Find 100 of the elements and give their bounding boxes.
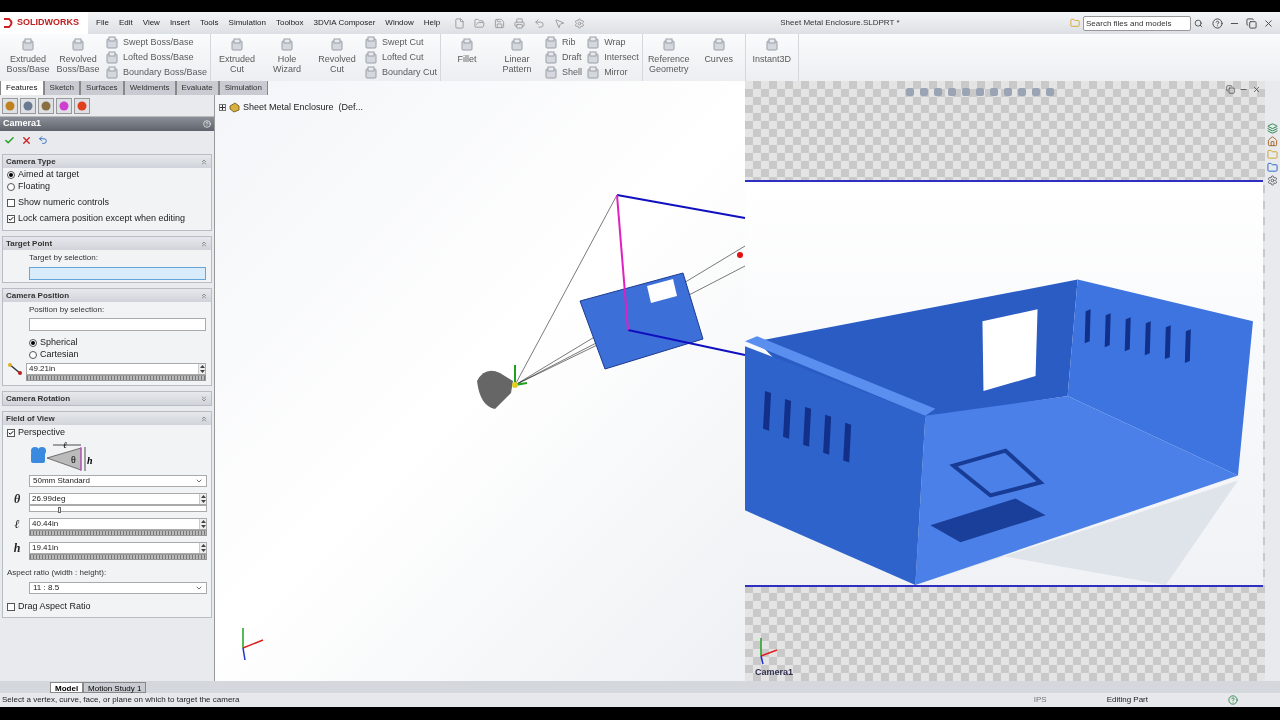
dropdown-icon[interactable] [195, 477, 203, 485]
settings-icon[interactable] [574, 17, 586, 29]
spinner-icon[interactable] [198, 364, 205, 374]
checkbox[interactable] [7, 603, 15, 611]
radio-option[interactable]: Cartesian [29, 349, 206, 361]
command-button[interactable]: Extruded Boss/Base [5, 34, 51, 81]
folder-icon[interactable] [1267, 149, 1278, 160]
close-icon[interactable] [1263, 17, 1274, 29]
command-button[interactable]: Lofted Cut [364, 51, 438, 64]
section-header[interactable]: Camera Type [3, 155, 211, 168]
pointer-icon[interactable] [554, 17, 566, 29]
spinner-icon[interactable] [199, 494, 206, 504]
collapse-icon[interactable] [200, 414, 208, 423]
checkbox[interactable] [7, 215, 15, 223]
menu-item[interactable]: Edit [118, 17, 133, 29]
tab[interactable]: Features [0, 81, 44, 95]
radio-option[interactable]: Floating [7, 181, 207, 193]
layers-icon[interactable] [1267, 123, 1278, 134]
help-icon[interactable] [1228, 695, 1238, 705]
section-header[interactable]: Camera Rotation [3, 392, 211, 405]
thumbwheel[interactable] [26, 375, 206, 381]
command-button[interactable]: Swept Cut [364, 36, 438, 49]
undo-icon[interactable] [38, 135, 48, 145]
command-button[interactable]: Rib [544, 36, 583, 49]
number-field[interactable]: 26.99deg [29, 493, 207, 505]
new-file-icon[interactable] [454, 17, 466, 29]
undo-icon[interactable] [534, 17, 546, 29]
tab[interactable]: Surfaces [80, 81, 124, 95]
menu-item[interactable]: Tools [199, 17, 219, 29]
command-button[interactable]: Intersect [586, 51, 639, 64]
checkbox-option[interactable]: Show numeric controls [7, 197, 207, 209]
command-button[interactable]: Fillet [444, 34, 491, 81]
help-icon[interactable] [1212, 17, 1223, 29]
folder-icon[interactable] [1267, 162, 1278, 173]
command-button[interactable]: Swept Boss/Base [105, 36, 208, 49]
section-header[interactable]: Target Point [3, 237, 211, 250]
command-button[interactable]: Boundary Cut [364, 66, 438, 79]
menu-item[interactable]: 3DVIA Composer [313, 17, 376, 29]
command-button[interactable]: Mirror [586, 66, 639, 79]
tree-item[interactable]: Sheet Metal Enclosure (Def... [243, 101, 364, 115]
lens-dropdown[interactable]: 50mm Standard [29, 475, 207, 487]
command-button[interactable]: Hole Wizard [264, 34, 311, 81]
menu-item[interactable]: Toolbox [275, 17, 304, 29]
panel-icon[interactable] [56, 97, 72, 114]
section-header[interactable]: Camera Position [3, 289, 211, 302]
radio-option[interactable]: Aimed at target [7, 169, 207, 181]
menu-item[interactable]: Help [423, 17, 441, 29]
tab[interactable]: Simulation [218, 81, 268, 95]
ok-icon[interactable] [4, 134, 15, 146]
close-icon[interactable] [1252, 85, 1261, 94]
command-button[interactable]: Revolved Cut [314, 34, 361, 81]
spinner-icon[interactable] [199, 519, 206, 529]
restore-icon[interactable] [1246, 17, 1257, 29]
folder-icon[interactable] [474, 17, 486, 29]
collapse-icon[interactable] [200, 291, 208, 300]
checkbox[interactable] [7, 199, 15, 207]
thumbwheel[interactable] [29, 554, 207, 560]
search-icon[interactable] [1194, 18, 1203, 28]
radio-button[interactable] [29, 339, 37, 347]
collapse-icon[interactable] [200, 239, 208, 248]
menu-item[interactable]: File [96, 17, 109, 29]
command-button[interactable]: Shell [544, 66, 583, 79]
slider-track[interactable] [29, 505, 207, 512]
command-button[interactable]: Draft [544, 51, 583, 64]
section-header[interactable]: Field of View [3, 412, 211, 425]
command-button[interactable]: Boundary Boss/Base [105, 66, 208, 79]
checkbox-option[interactable]: Drag Aspect Ratio [7, 601, 207, 613]
expand-icon[interactable] [219, 104, 226, 112]
number-field[interactable]: 49.21in [26, 363, 206, 375]
tab[interactable]: Weldments [123, 81, 176, 95]
panel-icon[interactable] [20, 97, 36, 114]
selection-field[interactable] [29, 267, 206, 280]
collapse-icon[interactable] [200, 394, 208, 403]
home-icon[interactable] [1267, 136, 1278, 147]
radio-button[interactable] [7, 183, 15, 191]
command-button[interactable]: Wrap [586, 36, 639, 49]
menu-item[interactable]: Window [385, 17, 414, 29]
slider-thumb[interactable] [58, 507, 62, 513]
cancel-icon[interactable] [21, 134, 32, 146]
command-button[interactable]: Curves [695, 34, 742, 81]
panel-icon[interactable] [2, 97, 18, 114]
command-button[interactable]: Revolved Boss/Base [55, 34, 101, 81]
spinner-icon[interactable] [199, 543, 206, 553]
command-button[interactable]: Lofted Boss/Base [105, 51, 208, 64]
number-field[interactable]: 19.41in [29, 542, 207, 554]
collapse-icon[interactable] [200, 157, 208, 166]
menu-item[interactable]: View [142, 17, 160, 29]
panel-icon[interactable] [74, 97, 90, 114]
tab[interactable]: Sketch [43, 81, 81, 95]
menu-item[interactable]: Simulation [228, 17, 266, 29]
radio-button[interactable] [7, 171, 15, 179]
command-button[interactable]: Extruded Cut [214, 34, 261, 81]
settings-icon[interactable] [1267, 175, 1278, 186]
selection-field[interactable] [29, 318, 206, 331]
panel-icon[interactable] [38, 97, 54, 114]
menu-item[interactable]: Insert [169, 17, 190, 29]
printer-icon[interactable] [514, 17, 526, 29]
command-button[interactable]: Linear Pattern [494, 34, 541, 81]
command-button[interactable]: Reference Geometry [645, 34, 692, 81]
number-field[interactable]: 40.44in [29, 518, 207, 530]
